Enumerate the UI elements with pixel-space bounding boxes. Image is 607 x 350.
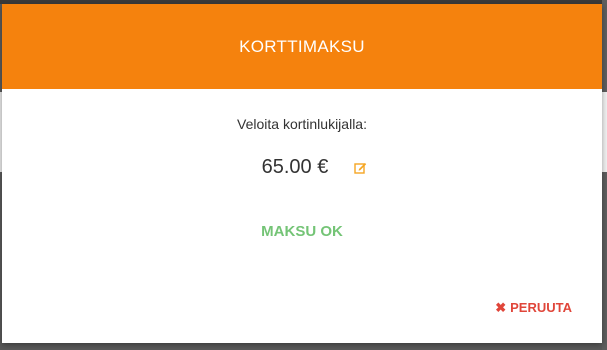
- dialog-title: KORTTIMAKSU: [239, 36, 365, 56]
- payment-ok-button[interactable]: MAKSU OK: [2, 222, 602, 241]
- dialog-header: KORTTIMAKSU: [2, 4, 602, 89]
- cancel-label: PERUUTA: [510, 300, 572, 315]
- card-payment-dialog: KORTTIMAKSU Veloita kortinlukijalla: 65.…: [2, 4, 602, 343]
- background-panel: [602, 92, 607, 172]
- background-overlay: [602, 0, 607, 350]
- edit-icon[interactable]: [352, 160, 368, 176]
- payment-amount: 65.00 €: [261, 156, 329, 178]
- cancel-button[interactable]: ✖ PERUUTA: [495, 300, 572, 315]
- charge-prompt: Veloita kortinlukijalla:: [237, 116, 367, 132]
- close-icon: ✖: [495, 300, 507, 315]
- amount-row: 65.00 €: [2, 156, 602, 179]
